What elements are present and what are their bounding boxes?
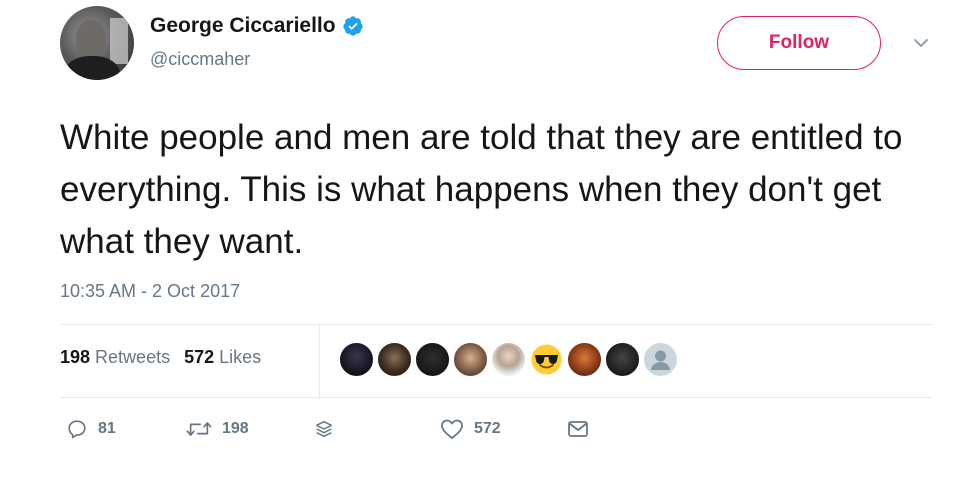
- divider: [60, 324, 933, 325]
- verified-badge-icon: [342, 16, 363, 36]
- name-row: George Ciccariello: [150, 14, 364, 38]
- avatar-face: [76, 20, 106, 58]
- user-avatar[interactable]: [60, 6, 134, 80]
- retweets-count: 198: [60, 347, 91, 367]
- liker-avatar[interactable]: [528, 341, 565, 378]
- like-button[interactable]: 572: [440, 418, 501, 440]
- add-to-moments-button[interactable]: [313, 418, 335, 440]
- direct-message-button[interactable]: [566, 418, 590, 440]
- sunglasses-emoji-icon: [531, 344, 562, 375]
- display-name[interactable]: George Ciccariello: [150, 14, 336, 38]
- likes-label: Likes: [219, 347, 262, 367]
- envelope-icon: [568, 421, 588, 437]
- reply-button[interactable]: 81: [66, 418, 116, 440]
- reply-count: 81: [98, 420, 116, 437]
- follow-button[interactable]: Follow: [717, 16, 881, 70]
- tweet-stats: 198 Retweets 572 Likes: [60, 347, 275, 368]
- retweet-button[interactable]: 198: [186, 418, 249, 440]
- retweet-count: 198: [222, 420, 249, 437]
- tweet-actions: 81 198 572: [60, 418, 620, 448]
- liker-avatar[interactable]: [338, 341, 375, 378]
- tweet-text: White people and men are told that they …: [60, 118, 903, 261]
- likes-count: 572: [184, 347, 215, 367]
- heart-icon: [441, 419, 463, 439]
- liker-avatar-default[interactable]: [642, 341, 679, 378]
- liker-avatar[interactable]: [376, 341, 413, 378]
- liker-avatar[interactable]: [604, 341, 641, 378]
- liker-avatar[interactable]: [452, 341, 489, 378]
- likes-stat[interactable]: 572 Likes: [184, 347, 261, 368]
- user-handle[interactable]: @ciccmaher: [150, 49, 250, 70]
- avatar-background: [110, 18, 128, 64]
- stack-icon: [315, 420, 333, 438]
- divider: [60, 397, 933, 398]
- liker-avatar[interactable]: [414, 341, 451, 378]
- reply-icon: [68, 420, 86, 439]
- retweets-stat[interactable]: 198 Retweets: [60, 347, 170, 368]
- tweet-timestamp[interactable]: 10:35 AM - 2 Oct 2017: [60, 281, 240, 302]
- avatar-body: [64, 56, 120, 80]
- stats-separator: [319, 324, 320, 397]
- chevron-down-icon[interactable]: [912, 34, 930, 52]
- retweets-label: Retweets: [95, 347, 171, 367]
- like-count: 572: [474, 420, 501, 437]
- liker-avatar[interactable]: [490, 341, 527, 378]
- default-user-icon: [651, 350, 670, 370]
- liker-avatars: [338, 341, 680, 378]
- liker-avatar[interactable]: [566, 341, 603, 378]
- retweet-icon: [186, 422, 212, 436]
